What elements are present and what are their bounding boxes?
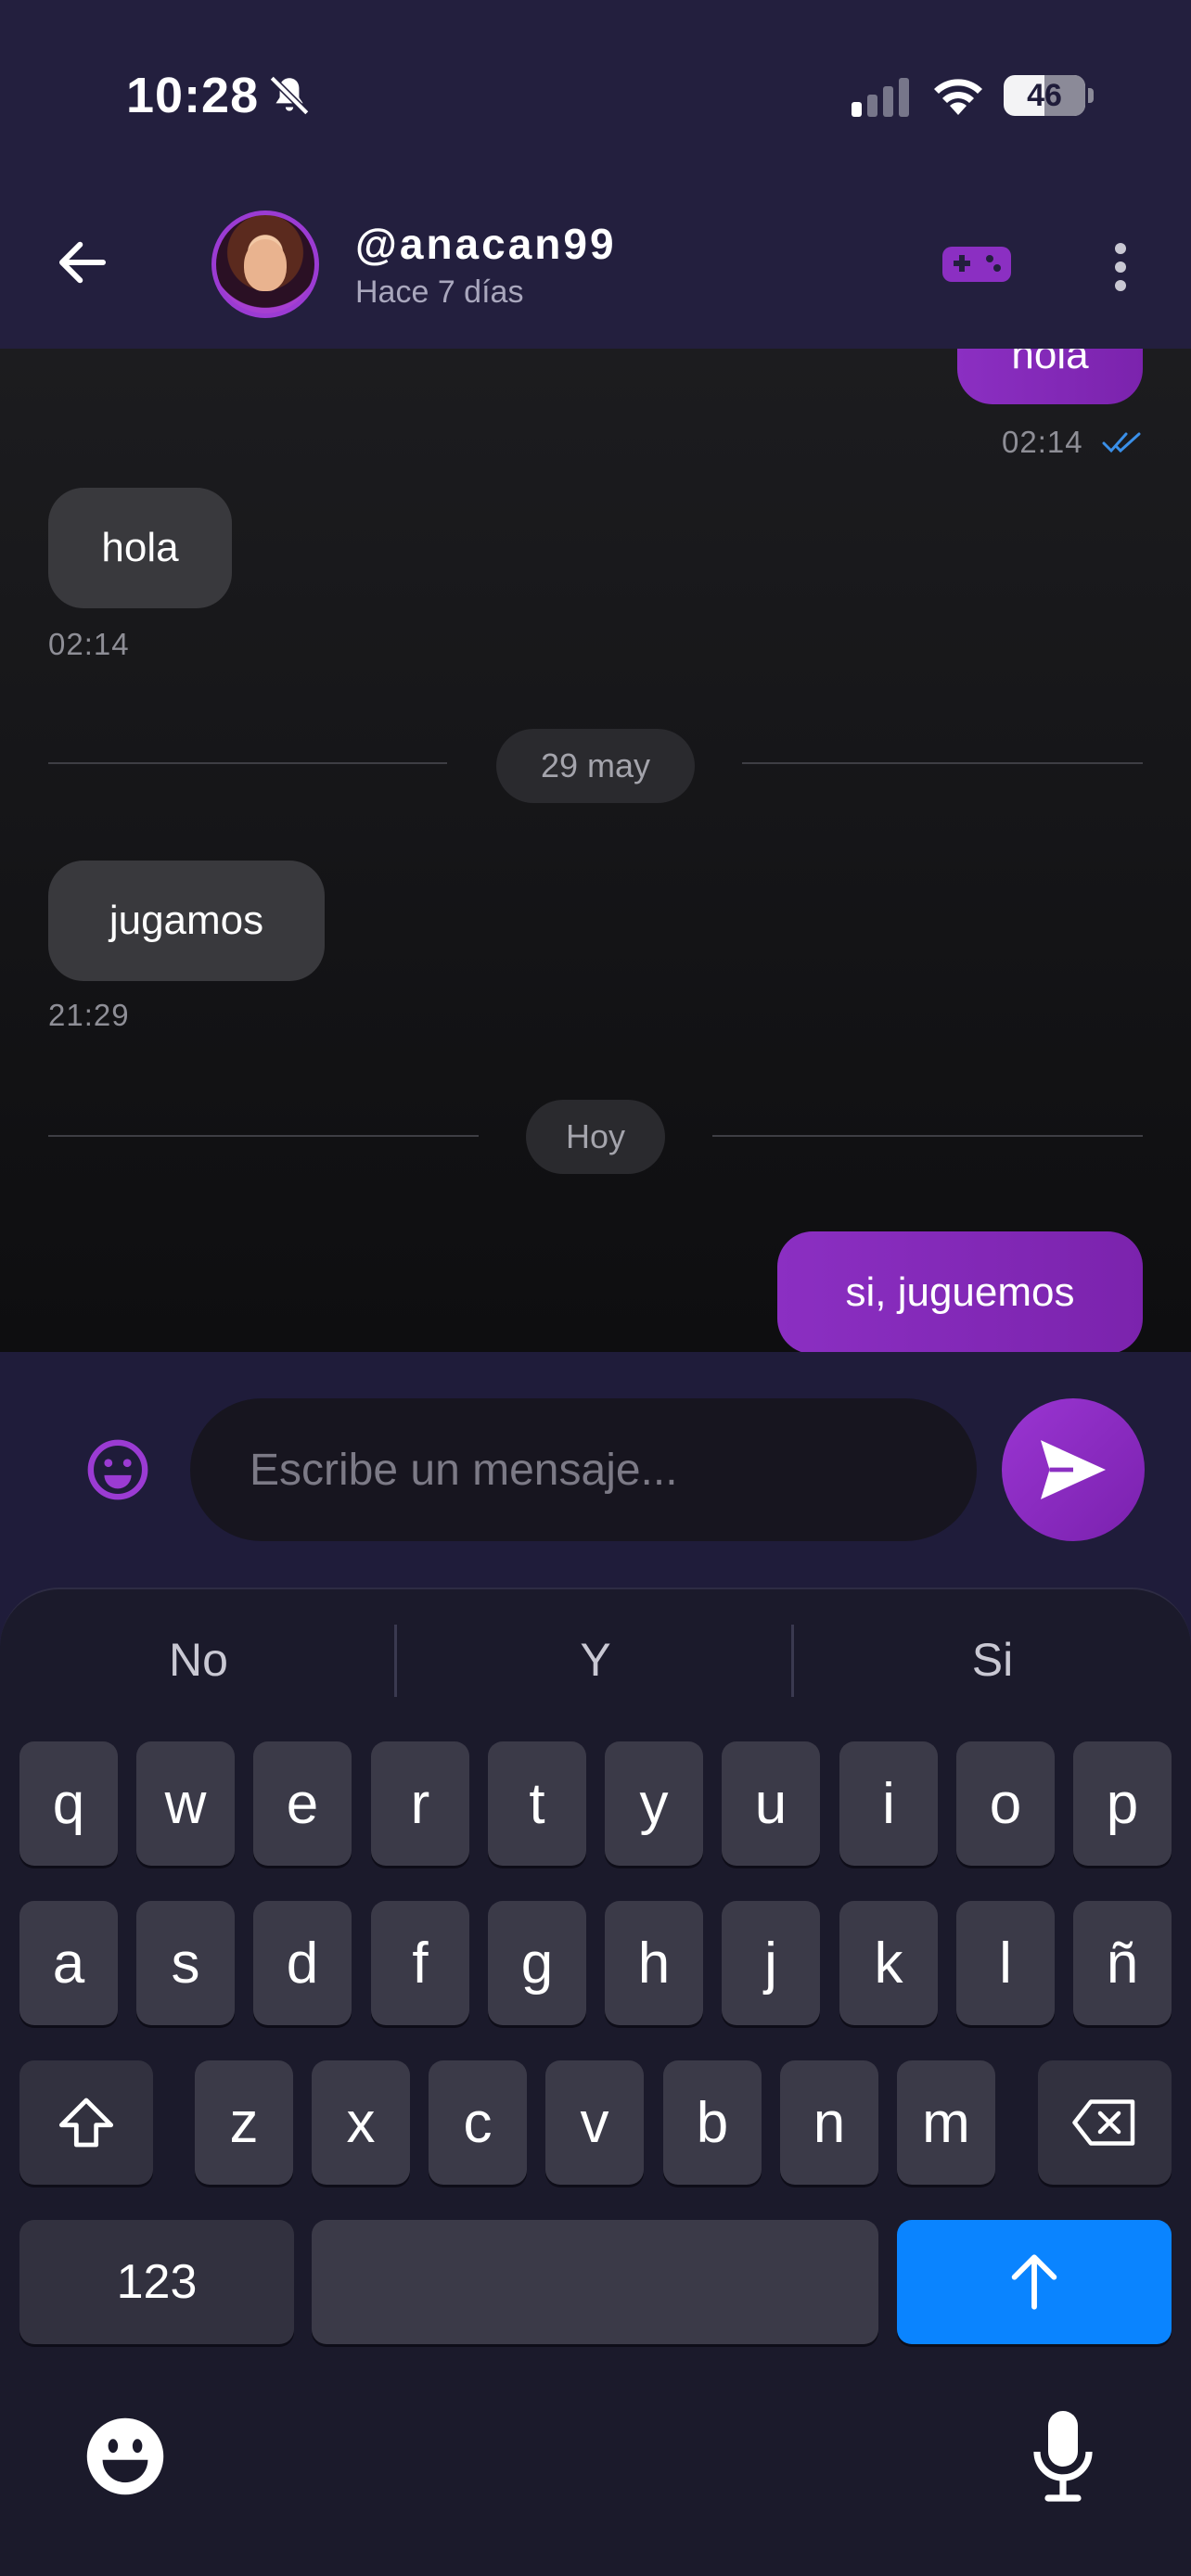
back-arrow-icon[interactable]	[52, 232, 113, 293]
key-b[interactable]: b	[663, 2060, 762, 2185]
message-bubble-outgoing[interactable]: si, juguemos	[777, 1231, 1143, 1352]
message-bubble-incoming[interactable]: hola	[48, 488, 232, 608]
contact-username[interactable]: @anacan99	[355, 219, 617, 269]
battery-indicator: 46	[1004, 75, 1085, 116]
mute-bell-icon	[269, 75, 310, 116]
key-l[interactable]: l	[956, 1901, 1055, 2025]
emoji-icon[interactable]	[85, 1437, 150, 1502]
numbers-key[interactable]: 123	[19, 2220, 294, 2344]
message-bubble-outgoing[interactable]: hola	[957, 349, 1143, 404]
key-n[interactable]: n	[780, 2060, 878, 2185]
key-y[interactable]: y	[605, 1741, 703, 1866]
more-vert-icon[interactable]	[1102, 239, 1139, 295]
key-z[interactable]: z	[195, 2060, 293, 2185]
suggestion-item[interactable]: Si	[853, 1625, 1132, 1695]
shift-icon	[58, 2098, 114, 2148]
date-separator: Hoy	[526, 1100, 665, 1174]
microphone-icon[interactable]	[1031, 2407, 1095, 2504]
avatar[interactable]	[211, 210, 319, 318]
key-o[interactable]: o	[956, 1741, 1055, 1866]
message-time: 02:14	[48, 627, 130, 661]
return-arrow-icon	[1011, 2254, 1057, 2310]
suggestion-item[interactable]: Y	[456, 1625, 735, 1695]
keyboard-emoji-icon[interactable]	[83, 2415, 167, 2498]
key-c[interactable]: c	[429, 2060, 527, 2185]
double-check-icon	[1102, 432, 1141, 453]
date-divider-line	[48, 1135, 479, 1137]
chat-header: 10:28 46 @anacan99 Hace 7 días	[0, 0, 1191, 349]
key-p[interactable]: p	[1073, 1741, 1172, 1866]
key-s[interactable]: s	[136, 1901, 235, 2025]
key-q[interactable]: q	[19, 1741, 118, 1866]
message-time: 21:29	[48, 998, 130, 1032]
gamepad-icon[interactable]	[942, 243, 1011, 286]
key-n-tilde[interactable]: ñ	[1073, 1901, 1172, 2025]
date-divider-line	[712, 1135, 1143, 1137]
key-t[interactable]: t	[488, 1741, 586, 1866]
backspace-key[interactable]	[1038, 2060, 1172, 2185]
send-button[interactable]	[1002, 1398, 1145, 1541]
key-h[interactable]: h	[605, 1901, 703, 2025]
message-list[interactable]: hola 02:14 hola 02:14 29 may jugamos 21:…	[0, 349, 1191, 1352]
message-input[interactable]	[190, 1398, 977, 1541]
key-k[interactable]: k	[839, 1901, 938, 2025]
key-a[interactable]: a	[19, 1901, 118, 2025]
key-g[interactable]: g	[488, 1901, 586, 2025]
suggestion-item[interactable]: No	[59, 1625, 338, 1695]
key-m[interactable]: m	[897, 2060, 995, 2185]
key-v[interactable]: v	[545, 2060, 644, 2185]
date-separator: 29 may	[496, 729, 695, 803]
key-d[interactable]: d	[253, 1901, 352, 2025]
signal-icon	[852, 78, 909, 117]
date-divider-line	[48, 762, 447, 764]
message-bubble-incoming[interactable]: jugamos	[48, 861, 325, 981]
wifi-icon	[934, 79, 982, 115]
key-f[interactable]: f	[371, 1901, 469, 2025]
send-icon	[1041, 1440, 1106, 1499]
key-j[interactable]: j	[722, 1901, 820, 2025]
space-key[interactable]	[312, 2220, 878, 2344]
status-time: 10:28	[126, 68, 260, 123]
date-divider-line	[742, 762, 1143, 764]
key-e[interactable]: e	[253, 1741, 352, 1866]
backspace-icon	[1072, 2099, 1135, 2146]
last-seen-status: Hace 7 días	[355, 274, 524, 310]
shift-key[interactable]	[19, 2060, 153, 2185]
key-u[interactable]: u	[722, 1741, 820, 1866]
message-time: 02:14	[1002, 425, 1083, 459]
key-i[interactable]: i	[839, 1741, 938, 1866]
key-x[interactable]: x	[312, 2060, 410, 2185]
key-w[interactable]: w	[136, 1741, 235, 1866]
return-key[interactable]	[897, 2220, 1172, 2344]
key-r[interactable]: r	[371, 1741, 469, 1866]
